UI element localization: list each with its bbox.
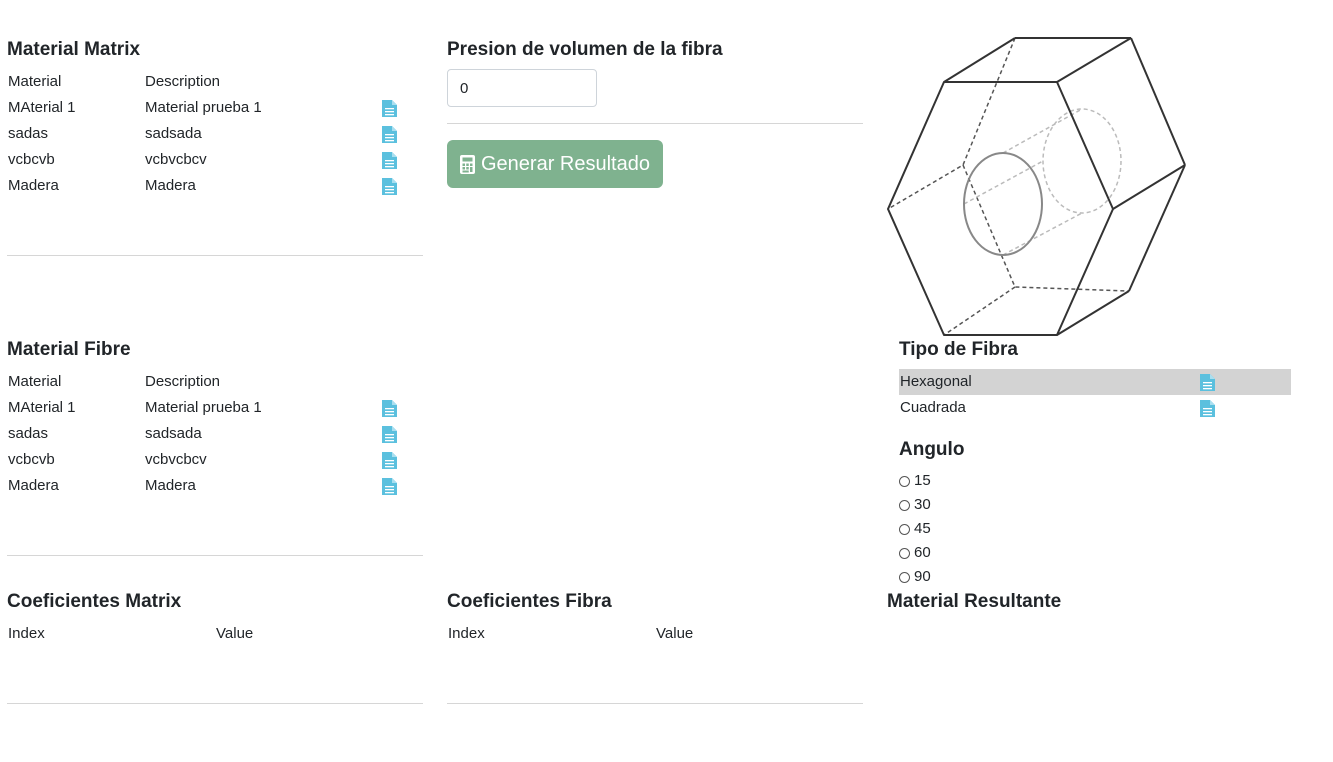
matrix-description-cell: sadsada: [145, 125, 202, 142]
fibre-material-cell: Madera: [8, 477, 59, 494]
matrix-row: vcbcvb vcbvcbcv: [7, 147, 423, 173]
fibre-col-description: Description: [145, 373, 221, 390]
document-icon[interactable]: [1199, 373, 1216, 392]
fibre-material-cell: sadas: [8, 425, 49, 442]
angle-title: Angulo: [899, 439, 965, 460]
document-icon[interactable]: [381, 425, 398, 444]
fiber-type-row[interactable]: Cuadrada: [899, 395, 1291, 421]
matrix-row: MAterial 1 Material prueba 1: [7, 95, 423, 121]
angle-option[interactable]: 60: [899, 541, 931, 565]
matrix-col-material: Material: [8, 73, 62, 90]
angle-option-label: 30: [914, 496, 931, 513]
matrix-header-row: Material Description: [7, 69, 423, 95]
fibre-row: sadas sadsada: [7, 421, 423, 447]
divider: [7, 703, 423, 704]
fibre-row: MAterial 1 Material prueba 1: [7, 395, 423, 421]
fibre-description-cell: Madera: [145, 477, 196, 494]
fibre-table: Material Description MAterial 1 Material…: [7, 369, 423, 499]
volume-title: Presion de volumen de la fibra: [447, 39, 723, 60]
generate-result-button[interactable]: Generar Resultado: [447, 140, 663, 188]
fibre-header-row: Material Description: [7, 369, 423, 395]
radio-button[interactable]: [899, 571, 910, 583]
generate-result-label: Generar Resultado: [481, 152, 650, 175]
coef-fibre-title: Coeficientes Fibra: [447, 591, 612, 612]
matrix-row: sadas sadsada: [7, 121, 423, 147]
angle-option-label: 60: [914, 544, 931, 561]
matrix-table: Material Description MAterial 1 Material…: [7, 69, 423, 199]
document-icon[interactable]: [381, 125, 398, 144]
angle-option[interactable]: 30: [899, 493, 931, 517]
document-icon[interactable]: [381, 451, 398, 470]
matrix-material-cell: Madera: [8, 177, 59, 194]
angle-option[interactable]: 15: [899, 469, 931, 493]
angle-option-label: 45: [914, 520, 931, 537]
divider: [447, 123, 863, 124]
calculator-icon: [460, 154, 475, 174]
matrix-material-cell: MAterial 1: [8, 99, 76, 116]
matrix-material-cell: sadas: [8, 125, 49, 142]
matrix-row: Madera Madera: [7, 173, 423, 199]
coef-matrix-title: Coeficientes Matrix: [7, 591, 182, 612]
coef-fibre-table: Index Value: [447, 621, 863, 647]
fiber-type-row-selected[interactable]: Hexagonal: [899, 369, 1291, 395]
document-icon[interactable]: [381, 151, 398, 170]
divider: [7, 255, 423, 256]
fiber-type-table: Hexagonal Cuadrada: [899, 369, 1291, 421]
fibre-description-cell: vcbvcbcv: [145, 451, 207, 468]
matrix-title: Material Matrix: [7, 39, 141, 60]
matrix-description-cell: Madera: [145, 177, 196, 194]
angle-option[interactable]: 45: [899, 517, 931, 541]
radio-button[interactable]: [899, 475, 910, 487]
coef-matrix-col-value: Value: [216, 625, 254, 642]
document-icon[interactable]: [381, 177, 398, 196]
volume-input[interactable]: [447, 69, 597, 107]
angle-option[interactable]: 90: [899, 565, 931, 589]
document-icon[interactable]: [1199, 399, 1216, 418]
fibre-title: Material Fibre: [7, 339, 131, 360]
coef-fibre-col-index: Index: [448, 625, 485, 642]
fibre-description-cell: Material prueba 1: [145, 399, 262, 416]
divider: [7, 555, 423, 556]
fibre-material-cell: MAterial 1: [8, 399, 76, 416]
coef-matrix-table: Index Value: [7, 621, 423, 647]
matrix-description-cell: Material prueba 1: [145, 99, 262, 116]
fiber-type-label: Hexagonal: [900, 373, 972, 390]
fibre-description-cell: sadsada: [145, 425, 202, 442]
document-icon[interactable]: [381, 477, 398, 496]
fibre-row: vcbcvb vcbvcbcv: [7, 447, 423, 473]
fibre-col-material: Material: [8, 373, 62, 390]
document-icon[interactable]: [381, 99, 398, 118]
coef-matrix-header-row: Index Value: [7, 621, 423, 647]
fibre-row: Madera Madera: [7, 473, 423, 499]
hexagonal-fiber-diagram: [887, 37, 1186, 336]
result-title: Material Resultante: [887, 591, 1062, 612]
angle-option-label: 90: [914, 568, 931, 585]
divider: [447, 703, 863, 704]
coef-matrix-col-index: Index: [8, 625, 45, 642]
fiber-type-label: Cuadrada: [900, 399, 966, 416]
radio-button[interactable]: [899, 523, 910, 535]
radio-button[interactable]: [899, 499, 910, 511]
radio-button[interactable]: [899, 547, 910, 559]
matrix-description-cell: vcbvcbcv: [145, 151, 207, 168]
coef-fibre-col-value: Value: [656, 625, 694, 642]
fibre-material-cell: vcbcvb: [8, 451, 55, 468]
angle-option-label: 15: [914, 472, 931, 489]
document-icon[interactable]: [381, 399, 398, 418]
fiber-type-title: Tipo de Fibra: [899, 339, 1018, 360]
matrix-material-cell: vcbcvb: [8, 151, 55, 168]
matrix-col-description: Description: [145, 73, 221, 90]
coef-fibre-header-row: Index Value: [447, 621, 863, 647]
